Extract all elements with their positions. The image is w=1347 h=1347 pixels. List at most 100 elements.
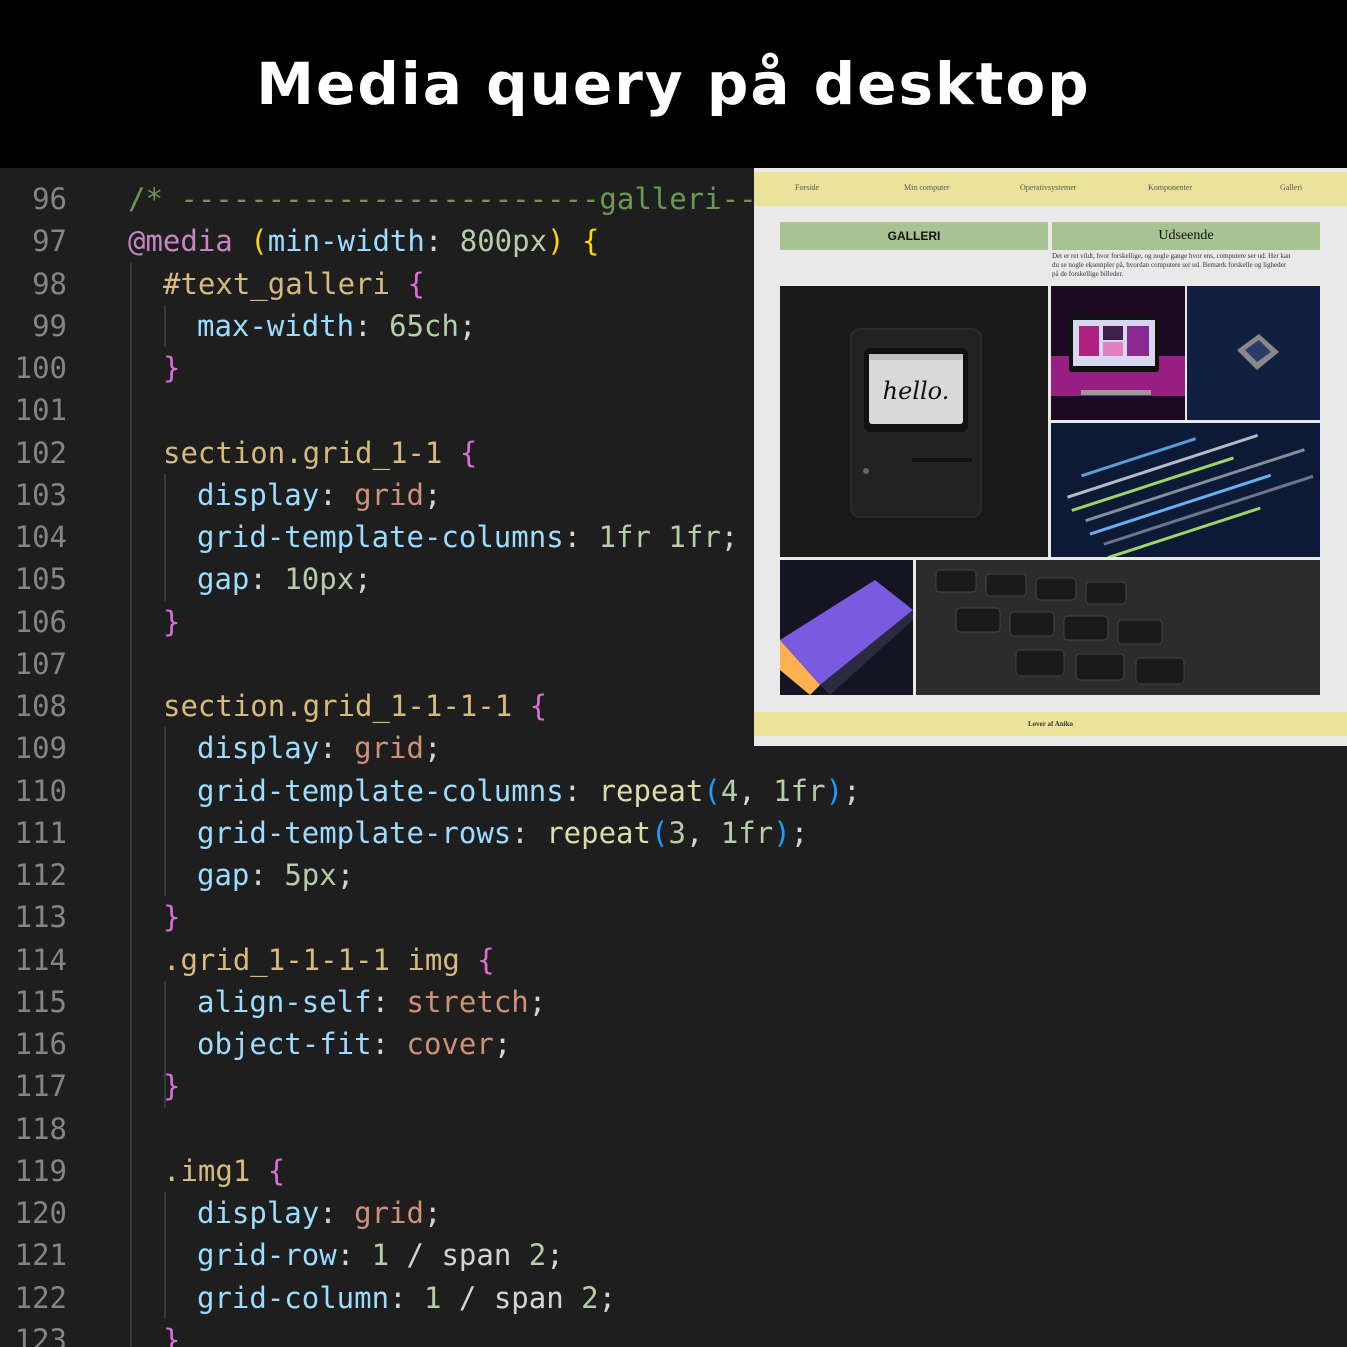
code-token: ; (528, 984, 547, 1019)
code-line[interactable]: 123} (0, 1319, 1347, 1347)
code-line[interactable]: 118 (0, 1108, 1347, 1150)
gallery-image-code (1051, 423, 1320, 557)
gallery-heading: GALLERI (780, 222, 1048, 250)
code-token: 1fr (773, 773, 826, 808)
code-token: : (249, 858, 285, 892)
mac-screen-text: hello. (883, 377, 950, 405)
code-token: { (407, 266, 425, 301)
code-line[interactable]: 116 object-fit: cover; (0, 1023, 1347, 1065)
code-token: { (529, 689, 548, 723)
code-token: : (563, 773, 599, 808)
code-text: } (163, 1319, 180, 1347)
code-token: : (319, 1196, 355, 1230)
code-token: , (685, 815, 721, 850)
code-token: 10px (284, 562, 355, 597)
code-token: { (582, 224, 600, 259)
code-line[interactable]: 117} (0, 1065, 1347, 1107)
code-token: grid (354, 731, 424, 766)
code-line[interactable]: 119 .img1 { (0, 1150, 1347, 1192)
line-number: 113 (14, 900, 67, 935)
code-line[interactable]: 114 .grid_1-1-1-1 img { (0, 939, 1347, 981)
code-text: @media (min-width: 800px) { (128, 220, 599, 262)
code-token: display (197, 477, 320, 512)
code-token: 3 (668, 815, 686, 850)
code-line[interactable]: 110 grid-template-columns: repeat(4, 1fr)… (0, 770, 1347, 812)
code-text: display: grid; (197, 474, 441, 516)
code-token: grid (354, 477, 424, 512)
code-token: ( (250, 224, 268, 259)
code-token: ; (354, 562, 372, 597)
gallery-image-macintosh: hello. (780, 286, 1048, 557)
indent-guide (164, 304, 166, 347)
code-text: object-fit: cover; (197, 1023, 511, 1065)
code-token: .img1 (163, 1153, 251, 1188)
banner-title: Media query på desktop (256, 50, 1091, 118)
line-number: 121 (14, 1238, 67, 1273)
code-token: 1 (371, 1238, 390, 1273)
code-token: repeat (598, 773, 704, 808)
code-token: display (197, 1196, 320, 1230)
line-number: 104 (14, 520, 67, 554)
code-token: ; (546, 1238, 564, 1273)
code-token: ; (423, 477, 442, 512)
code-text: section.grid_1-1 { (163, 432, 477, 474)
code-token: : (336, 1238, 372, 1273)
code-token: : (371, 1027, 407, 1061)
code-line[interactable]: 122 grid-column: 1 / span 2; (0, 1277, 1347, 1319)
code-token: gap (197, 562, 250, 597)
line-number: 120 (14, 1196, 67, 1230)
nav-item-galleri[interactable]: Galleri (1280, 183, 1302, 192)
line-number: 114 (14, 942, 67, 977)
code-token: ; (843, 773, 861, 808)
code-token: / (389, 1238, 442, 1273)
code-text: .grid_1-1-1-1 img { (163, 939, 495, 981)
nav-item-forside[interactable]: Forside (795, 183, 819, 192)
line-number: 102 (14, 435, 67, 470)
code-token: align-self (197, 984, 372, 1019)
code-line[interactable]: 121 grid-row: 1 / span 2; (0, 1234, 1347, 1276)
code-line[interactable]: 111 grid-template-rows: repeat(3, 1fr); (0, 812, 1347, 854)
code-token: 2 (528, 1238, 547, 1273)
code-line[interactable]: 115 align-self: stretch; (0, 981, 1347, 1023)
line-number: 99 (32, 308, 67, 343)
code-line[interactable]: 113} (0, 896, 1347, 938)
line-number: 98 (32, 266, 67, 301)
gallery-image-macbook (780, 560, 913, 695)
code-token: : (563, 520, 599, 554)
line-number: 123 (14, 1322, 67, 1347)
indent-guide (164, 1192, 166, 1319)
code-token: : (319, 731, 355, 766)
code-token: ; (720, 520, 739, 554)
code-token: 800px (459, 224, 548, 259)
line-number: 101 (14, 393, 67, 428)
code-line[interactable]: 120 display: grid; (0, 1192, 1347, 1234)
nav-item-operativsystemer[interactable]: Operativsystemer (1020, 183, 1076, 192)
indent-guide (130, 262, 132, 1347)
line-number: 111 (14, 815, 67, 850)
code-text: max-width: 65ch; (197, 305, 476, 347)
code-token: ; (790, 815, 809, 850)
code-token: : (371, 984, 407, 1019)
code-token: grid-row (197, 1238, 337, 1273)
code-token: grid-template-rows (197, 815, 512, 850)
code-token: : (424, 224, 460, 259)
code-text: grid-row: 1 / span 2; (197, 1234, 564, 1276)
code-line[interactable]: 112 gap: 5px; (0, 854, 1347, 896)
nav-item-komponenter[interactable]: Komponenter (1148, 183, 1192, 192)
line-number: 100 (14, 351, 67, 385)
code-token: ) (773, 815, 791, 850)
code-token: 1fr (720, 815, 774, 850)
code-token: ; (598, 1280, 617, 1315)
code-token: stretch (406, 984, 529, 1019)
nav-item-min-computer[interactable]: Min computer (904, 183, 950, 192)
line-number: 116 (14, 1027, 67, 1061)
code-text: .img1 { (163, 1150, 285, 1192)
line-number: 106 (14, 604, 67, 639)
code-token: grid-template-columns (197, 520, 564, 554)
